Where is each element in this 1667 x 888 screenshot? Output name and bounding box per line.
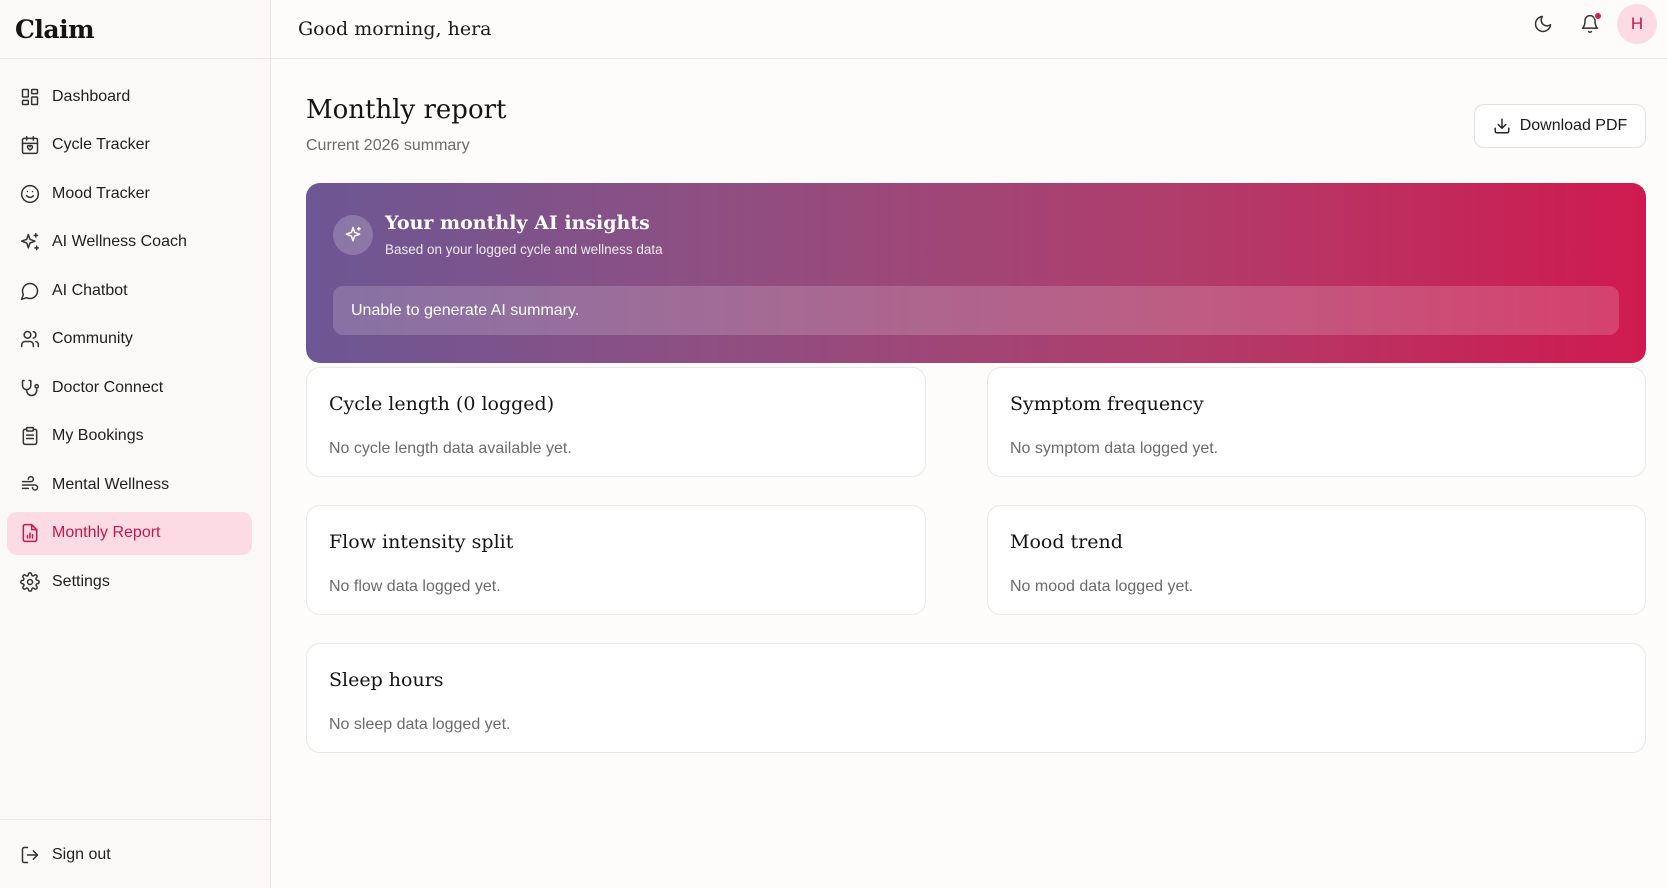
sidebar-item-doctor-connect[interactable]: Doctor Connect [7, 366, 252, 409]
card-empty-state: No flow data logged yet. [329, 578, 501, 595]
greeting-text: Good morning, hera [298, 18, 492, 40]
sidebar-nav: Dashboard Cycle Tracker Mood Tracker AI … [0, 59, 270, 603]
mood-trend-card: Mood trend No mood data logged yet. [987, 505, 1646, 615]
sidebar-item-label: AI Wellness Coach [52, 233, 187, 250]
card-empty-state: No cycle length data available yet. [329, 440, 572, 457]
chat-bubble-icon [20, 281, 40, 301]
sign-out-button[interactable]: Sign out [7, 833, 270, 876]
download-pdf-button[interactable]: Download PDF [1474, 104, 1646, 148]
sidebar-item-label: My Bookings [52, 427, 144, 444]
sidebar-item-label: Settings [52, 572, 110, 590]
sidebar: Claim Dashboard Cycle Tracker Mood Track… [0, 0, 271, 888]
sidebar-item-label: Doctor Connect [52, 378, 164, 396]
sidebar-item-label: Dashboard [52, 87, 131, 105]
theme-toggle-button[interactable] [1523, 4, 1563, 44]
moon-icon [1533, 14, 1553, 34]
wind-icon [20, 475, 40, 495]
card-title: Flow intensity split [329, 531, 514, 553]
sleep-hours-card: Sleep hours No sleep data logged yet. [306, 643, 1646, 753]
sidebar-item-settings[interactable]: Settings [7, 560, 252, 603]
card-title: Sleep hours [329, 669, 444, 691]
ai-summary-message: Unable to generate AI summary. [333, 286, 1619, 335]
notification-dot [1594, 12, 1602, 20]
flow-intensity-card: Flow intensity split No flow data logged… [306, 505, 926, 615]
sidebar-item-dashboard[interactable]: Dashboard [7, 75, 252, 118]
sidebar-item-label: Cycle Tracker [52, 136, 150, 153]
card-empty-state: No mood data logged yet. [1010, 578, 1194, 595]
sidebar-item-community[interactable]: Community [7, 318, 252, 361]
ai-insights-title: Your monthly AI insights [385, 212, 650, 234]
avatar[interactable]: H [1617, 4, 1657, 44]
stethoscope-icon [20, 378, 40, 398]
sidebar-item-ai-wellness-coach[interactable]: AI Wellness Coach [7, 221, 252, 264]
users-icon [20, 329, 40, 349]
symptom-frequency-card: Symptom frequency No symptom data logged… [987, 367, 1646, 477]
gear-icon [20, 571, 40, 592]
download-icon [1493, 117, 1520, 135]
page-subtitle: Current 2026 summary [306, 137, 470, 154]
log-out-icon [20, 845, 40, 865]
topbar: Good morning, hera H [271, 0, 1667, 59]
cycle-length-card: Cycle length (0 logged) No cycle length … [306, 367, 926, 477]
sidebar-item-label: Mood Tracker [52, 184, 150, 202]
card-title: Cycle length (0 logged) [329, 393, 555, 415]
dashboard-icon [20, 87, 40, 107]
notifications-button[interactable] [1570, 4, 1610, 44]
sidebar-footer: Sign out [0, 819, 270, 888]
sidebar-item-monthly-report[interactable]: Monthly Report [7, 511, 252, 555]
smile-icon [20, 184, 40, 204]
sidebar-item-label: Community [52, 330, 133, 347]
card-empty-state: No symptom data logged yet. [1010, 440, 1219, 457]
page-title: Monthly report [306, 95, 507, 125]
sign-out-label: Sign out [52, 845, 111, 863]
clipboard-icon [20, 426, 40, 446]
sidebar-item-label: Mental Wellness [52, 475, 170, 493]
sidebar-item-cycle-tracker[interactable]: Cycle Tracker [7, 124, 252, 167]
ai-insights-card: Your monthly AI insights Based on your l… [306, 183, 1646, 363]
file-chart-icon [20, 523, 40, 543]
sidebar-item-label: Monthly Report [52, 524, 161, 541]
sidebar-item-my-bookings[interactable]: My Bookings [7, 415, 252, 458]
card-empty-state: No sleep data logged yet. [329, 716, 511, 733]
sidebar-item-ai-chatbot[interactable]: AI Chatbot [7, 269, 252, 312]
sidebar-item-mood-tracker[interactable]: Mood Tracker [7, 172, 252, 215]
brand-logo[interactable]: Claim [0, 0, 270, 59]
top-actions: H [1523, 4, 1657, 44]
card-title: Mood trend [1010, 531, 1123, 553]
card-title: Symptom frequency [1010, 393, 1204, 415]
sparkles-icon [20, 232, 40, 252]
sidebar-item-mental-wellness[interactable]: Mental Wellness [7, 463, 252, 506]
download-pdf-label: Download PDF [1519, 117, 1628, 134]
sidebar-item-label: AI Chatbot [52, 281, 128, 299]
sparkles-icon [333, 215, 373, 255]
calendar-icon [20, 135, 40, 155]
ai-insights-subtitle: Based on your logged cycle and wellness … [385, 242, 663, 257]
